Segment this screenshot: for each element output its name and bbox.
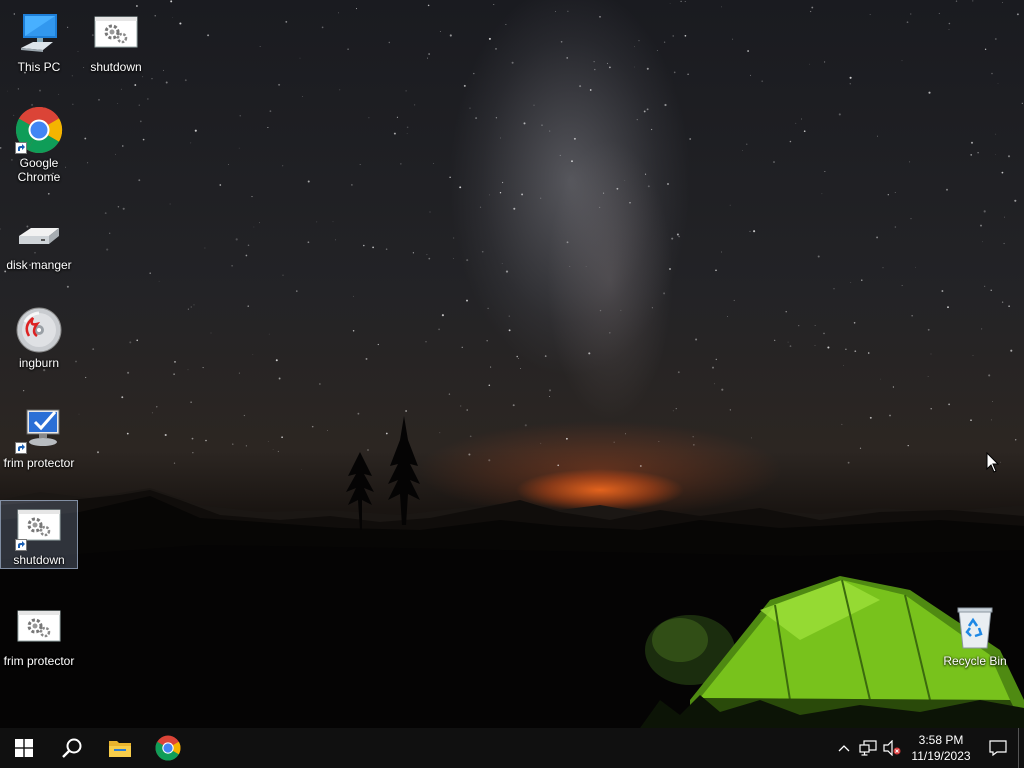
- monitor-check-icon: [15, 406, 63, 454]
- recycle-bin-icon: [951, 604, 999, 652]
- desktop-icon-recycle-bin[interactable]: Recycle Bin: [937, 602, 1013, 668]
- desktop-icon-ingburn[interactable]: ingburn: [1, 304, 77, 370]
- desktop[interactable]: This PC shutdown Google Chrome disk mang…: [0, 0, 1024, 728]
- clock-time: 3:58 PM: [918, 733, 964, 747]
- desktop-icon-shutdown-selected[interactable]: shutdown: [0, 500, 78, 569]
- network-icon: [859, 740, 877, 756]
- desktop-icon-label: shutdown: [13, 553, 65, 567]
- chrome-icon: [15, 106, 63, 154]
- folder-icon: [109, 741, 131, 757]
- start-button[interactable]: [0, 728, 48, 768]
- desktop-icon-label: Google Chrome: [17, 156, 61, 184]
- tray-overflow-button[interactable]: [832, 728, 856, 768]
- show-desktop-button[interactable]: [1018, 728, 1024, 768]
- tray-volume-button[interactable]: [880, 728, 904, 768]
- desktop-icon-label: disk manger: [6, 258, 72, 272]
- mouse-cursor-icon: [986, 452, 1000, 473]
- chevron-up-icon: [838, 745, 850, 752]
- desktop-icon-this-pc[interactable]: This PC: [1, 8, 77, 74]
- action-center-icon: [989, 740, 1007, 756]
- desktop-icon-label: ingburn: [18, 356, 60, 370]
- hard-drive-icon: [15, 208, 63, 256]
- taskbar: 3:58 PM 11/19/2023: [0, 728, 1024, 768]
- system-tray: 3:58 PM 11/19/2023: [832, 728, 1024, 768]
- gear-document-icon: [15, 604, 63, 652]
- desktop-icon-frim-protector-2[interactable]: frim protector: [1, 602, 77, 668]
- volume-muted-icon: [883, 740, 901, 756]
- desktop-icon-google-chrome[interactable]: Google Chrome: [1, 104, 77, 190]
- this-pc-icon: [15, 10, 63, 58]
- desktop-icon-label: Recycle Bin: [943, 654, 1007, 668]
- windows-start-icon: [15, 739, 33, 757]
- desktop-icon-disk-manger[interactable]: disk manger: [1, 206, 77, 272]
- action-center-button[interactable]: [978, 728, 1018, 768]
- desktop-icon-shutdown[interactable]: shutdown: [78, 8, 154, 74]
- desktop-icon-frim-protector-1[interactable]: frim protector: [1, 404, 77, 470]
- tray-network-button[interactable]: [856, 728, 880, 768]
- taskbar-google-chrome[interactable]: [144, 728, 192, 768]
- gear-document-icon: [92, 10, 140, 58]
- desktop-icon-label: This PC: [17, 60, 61, 74]
- shortcut-arrow-icon: [15, 442, 27, 454]
- desktop-icon-label: frim protector: [3, 456, 75, 470]
- landscape-silhouette: [0, 416, 1024, 728]
- taskbar-file-explorer[interactable]: [96, 728, 144, 768]
- shortcut-arrow-icon: [15, 539, 27, 551]
- search-button[interactable]: [48, 728, 96, 768]
- gear-document-icon: [15, 503, 63, 551]
- clock-date: 11/19/2023: [911, 749, 971, 763]
- taskbar-clock[interactable]: 3:58 PM 11/19/2023: [904, 728, 978, 768]
- desktop-icon-label: shutdown: [90, 60, 142, 74]
- shortcut-arrow-icon: [15, 142, 27, 154]
- disc-burn-icon: [15, 306, 63, 354]
- desktop-icon-label: frim protector: [3, 654, 75, 668]
- chrome-icon: [155, 735, 181, 761]
- search-icon: [62, 738, 82, 758]
